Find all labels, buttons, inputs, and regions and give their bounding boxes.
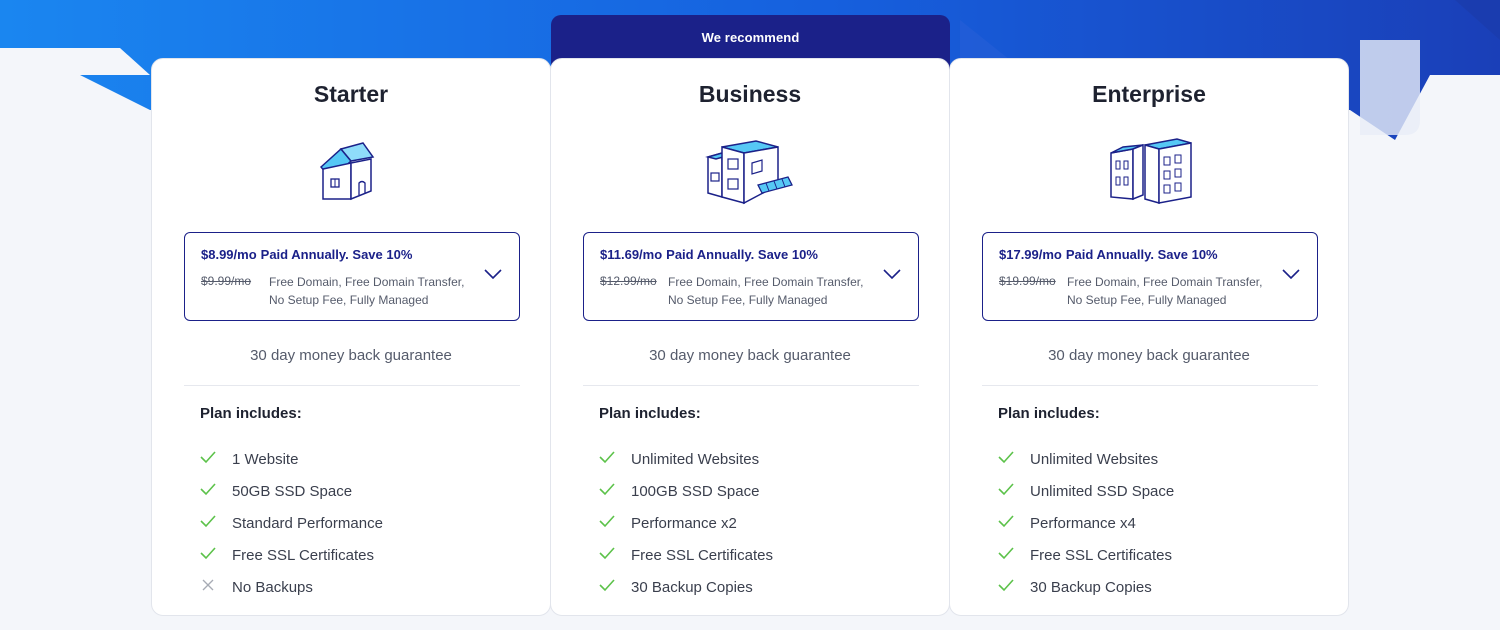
feature-label: Free SSL Certificates [232,546,374,564]
feature-label: Performance x2 [631,514,737,532]
check-icon [998,483,1014,496]
feature-item: No Backups [200,571,383,603]
check-icon [998,515,1014,528]
check-icon [998,579,1014,592]
feature-label: 100GB SSD Space [631,482,760,500]
billing-period-dropdown[interactable]: $8.99/mo Paid Annually. Save 10% $9.99/mo… [184,232,520,321]
billing-period-dropdown[interactable]: $11.69/mo Paid Annually. Save 10% $12.99/… [583,232,919,321]
feature-item: 1 Website [200,443,383,475]
shop-building-icon [705,140,793,205]
check-icon [599,451,615,464]
old-price: $19.99/mo [999,274,1056,288]
current-price: $17.99/mo [999,247,1062,262]
chevron-down-icon [484,269,502,280]
feature-item: Performance x4 [998,507,1174,539]
feature-item: Free SSL Certificates [998,539,1174,571]
feature-item: Free SSL Certificates [200,539,383,571]
check-icon [200,547,216,560]
plan-includes-label: Plan includes: [200,405,302,422]
cross-icon [202,579,214,591]
check-icon [998,451,1014,464]
office-towers-icon [1110,138,1192,204]
check-icon [599,515,615,528]
feature-label: Unlimited Websites [631,450,760,468]
check-icon [599,579,615,592]
feature-list: Unlimited Websites Unlimited SSD Space Per… [998,443,1174,603]
feature-label: No Backups [232,578,313,596]
feature-item: Unlimited SSD Space [998,475,1174,507]
feature-label: Free SSL Certificates [631,546,773,564]
feature-label: Free SSL Certificates [1030,546,1172,564]
check-icon [599,483,615,496]
divider [184,385,520,386]
money-back-guarantee: 30 day money back guarantee [250,347,452,364]
plan-card-business: Business $11.69/mo Paid Annually. Save 10… [550,58,950,616]
feature-item: 50GB SSD Space [200,475,383,507]
feature-item: Free SSL Certificates [599,539,773,571]
feature-item: Performance x2 [599,507,773,539]
plan-name: Enterprise [1092,81,1206,107]
price-perks: Free Domain, Free Domain Transfer, No Se… [1067,275,1263,307]
feature-list: 1 Website 50GB SSD Space Standard Performa… [200,443,383,603]
old-price: $9.99/mo [201,274,252,288]
divider [583,385,919,386]
feature-label: 1 Website [232,450,299,468]
feature-item: Standard Performance [200,507,383,539]
billing-note: Paid Annually. Save 10% [666,247,818,262]
chevron-down-icon [883,269,901,280]
feature-label: 30 Backup Copies [1030,578,1152,596]
plan-name: Starter [313,81,389,107]
house-icon [319,142,375,201]
check-icon [998,547,1014,560]
old-price: $12.99/mo [600,274,657,288]
plan-includes-label: Plan includes: [599,405,701,422]
feature-label: 50GB SSD Space [232,482,353,500]
plan-card-starter: Starter $8.99/mo Paid Annually. Save 10% … [151,58,551,616]
feature-item: 100GB SSD Space [599,475,773,507]
feature-label: Unlimited SSD Space [1030,482,1175,500]
plan-card-enterprise: Enterprise $17.99/mo Paid Annually. Save … [949,58,1349,616]
feature-item: Unlimited Websites [599,443,773,475]
feature-item: 30 Backup Copies [599,571,773,603]
money-back-guarantee: 30 day money back guarantee [649,347,851,364]
billing-note: Paid Annually. Save 10% [260,247,413,262]
feature-label: Standard Performance [232,514,383,532]
divider [982,385,1318,386]
price-perks: Free Domain, Free Domain Transfer, No Se… [668,275,864,307]
check-icon [200,483,216,496]
feature-label: Performance x4 [1030,514,1136,532]
plan-includes-label: Plan includes: [998,405,1100,422]
feature-item: Unlimited Websites [998,443,1174,475]
billing-note: Paid Annually. Save 10% [1065,247,1218,262]
check-icon [599,547,615,560]
billing-period-dropdown[interactable]: $17.99/mo Paid Annually. Save 10% $19.99/… [982,232,1318,321]
current-price: $8.99/mo [201,247,257,262]
check-icon [200,451,216,464]
price-perks: Free Domain, Free Domain Transfer, No Se… [269,275,465,307]
money-back-guarantee: 30 day money back guarantee [1048,347,1250,364]
feature-item: 30 Backup Copies [998,571,1174,603]
chevron-down-icon [1282,269,1300,280]
current-price: $11.69/mo [600,247,663,262]
check-icon [200,515,216,528]
feature-label: Unlimited Websites [1030,450,1159,468]
plan-name: Business [698,81,802,107]
feature-list: Unlimited Websites 100GB SSD Space Perform… [599,443,773,603]
feature-label: 30 Backup Copies [631,578,753,596]
